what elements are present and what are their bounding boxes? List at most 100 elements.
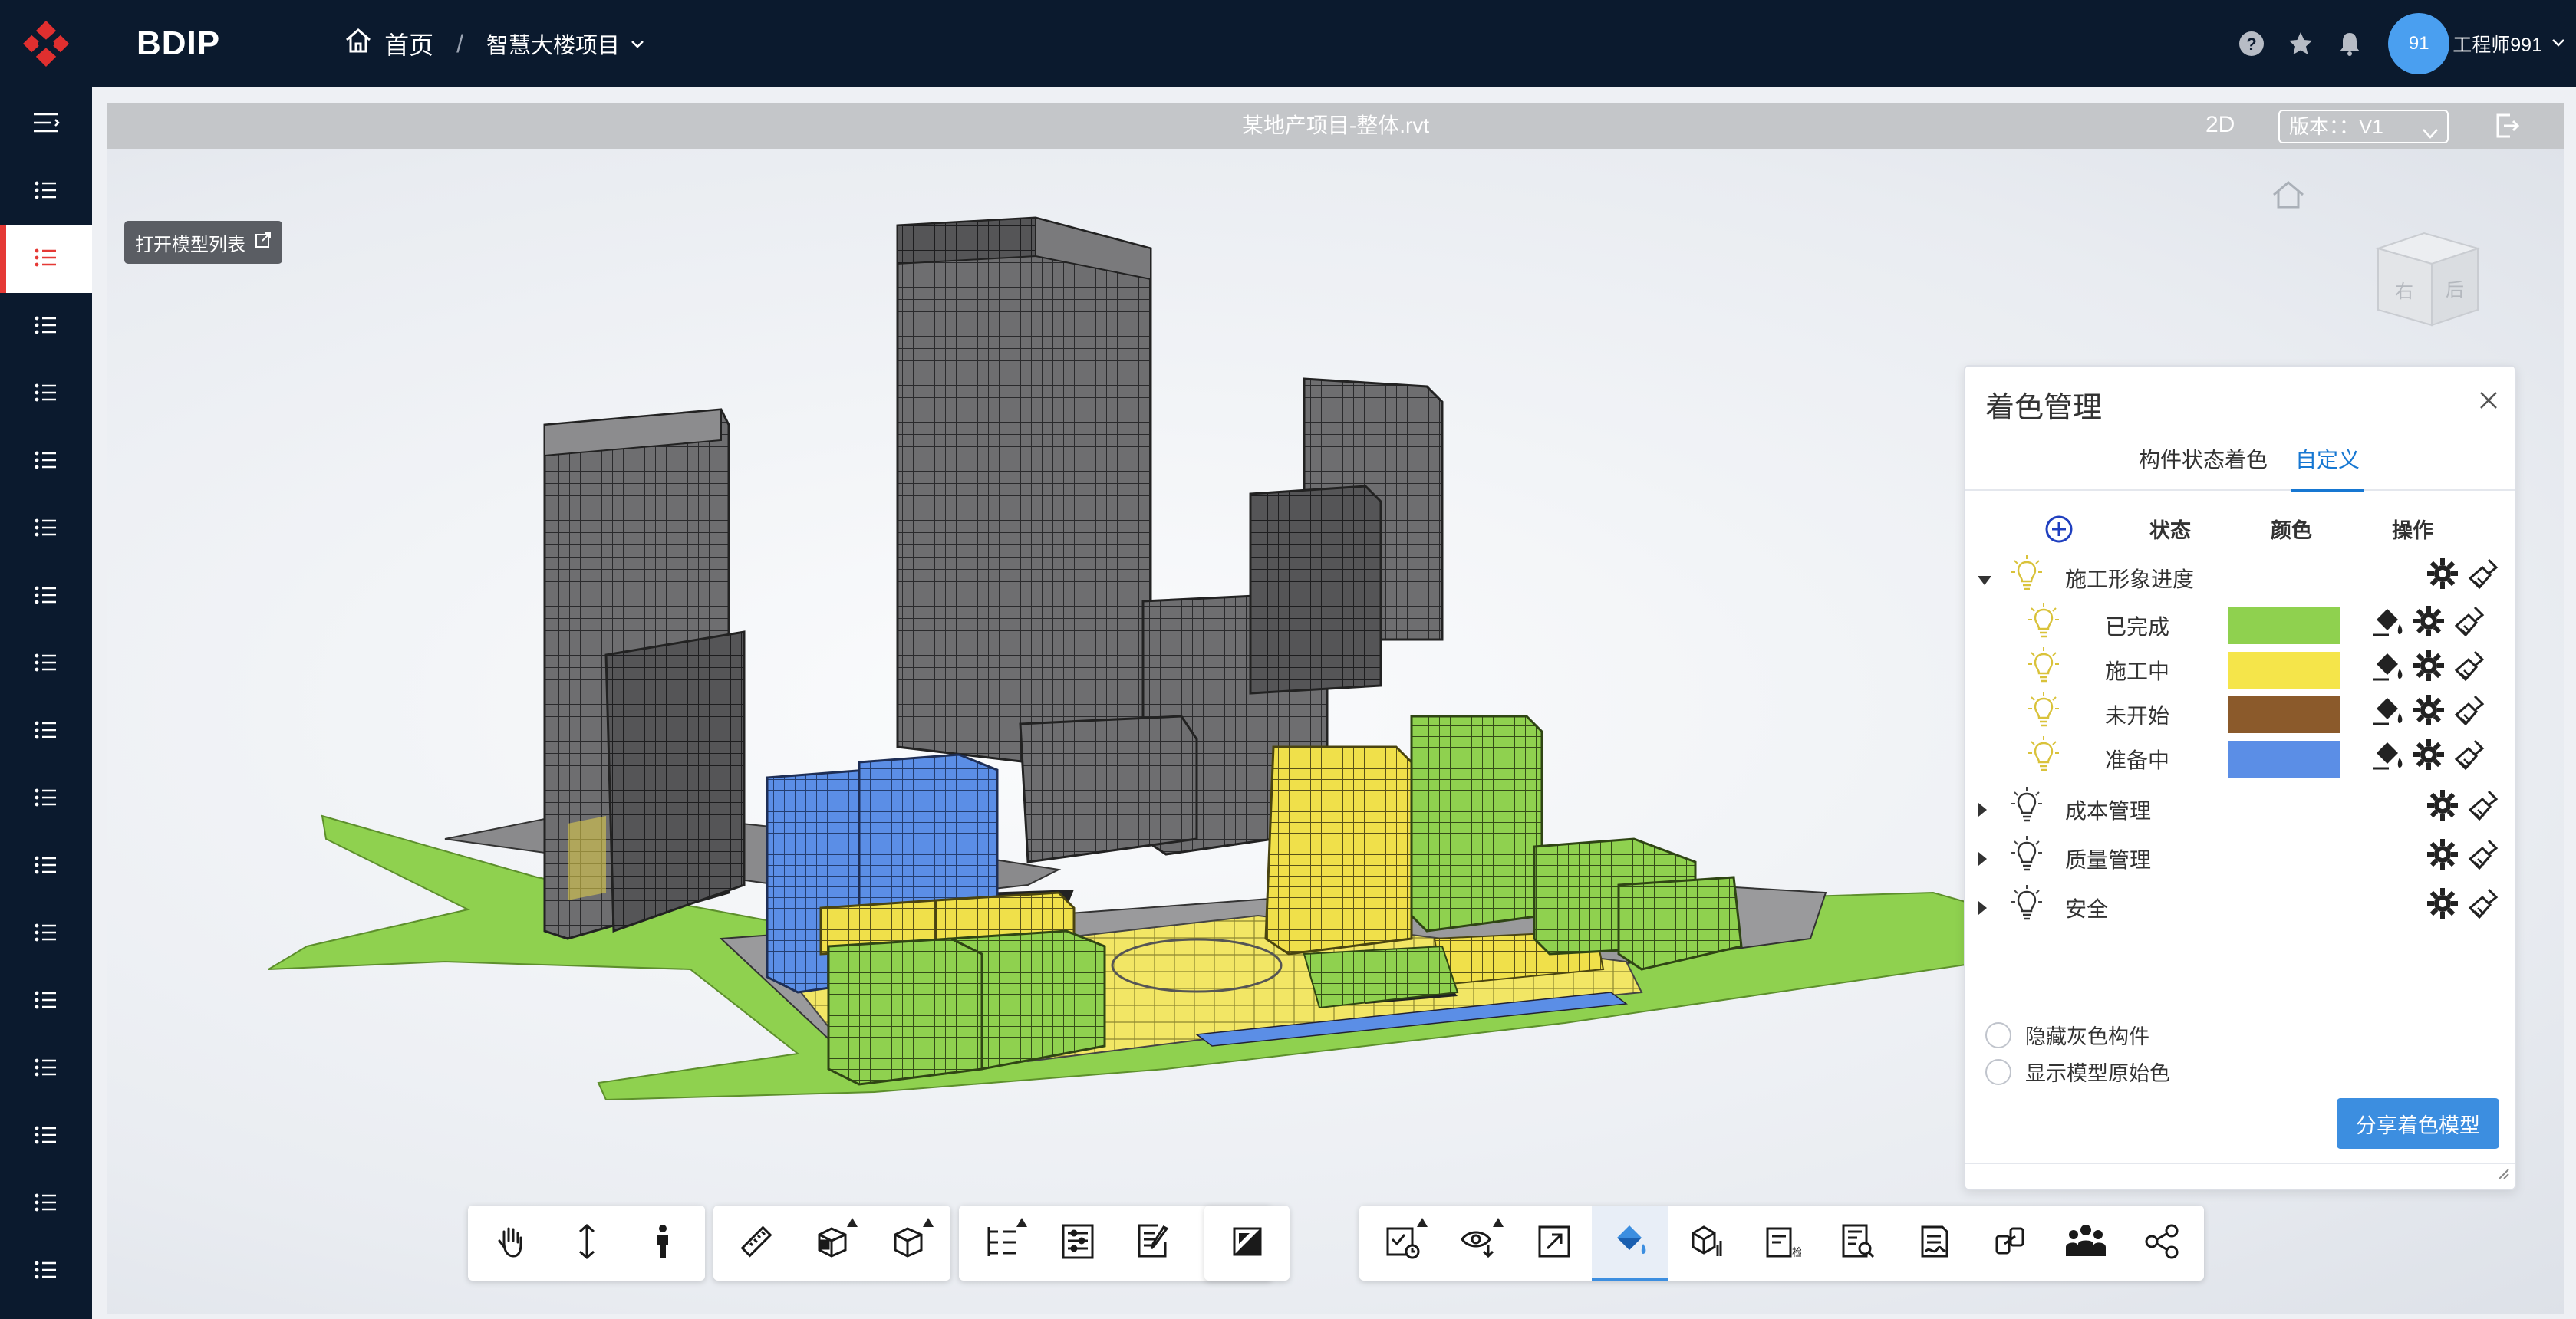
show-original-color-radio[interactable]	[1985, 1058, 2011, 1085]
edit-list-button[interactable]	[1115, 1206, 1191, 1281]
clear-broom-icon[interactable]	[2452, 738, 2485, 777]
move-vertical-button[interactable]	[548, 1206, 624, 1281]
show-original-color-option[interactable]: 显示模型原始色	[1985, 1057, 2170, 1087]
status-row[interactable]: 施工中	[1965, 646, 2515, 690]
settings-gear-icon[interactable]	[2412, 693, 2446, 732]
settings-gear-icon[interactable]	[2426, 788, 2459, 827]
version-select[interactable]: 版本：：V1	[2278, 110, 2449, 143]
model-chart-button[interactable]	[1668, 1206, 1744, 1281]
help-icon[interactable]: ?	[2227, 19, 2276, 68]
clear-broom-icon[interactable]	[2466, 837, 2499, 877]
color-swatch[interactable]	[2228, 696, 2340, 733]
sidebar-item-3[interactable]	[0, 293, 92, 360]
hide-gray-option[interactable]: 隐藏灰色构件	[1985, 1020, 2149, 1050]
breadcrumb-project[interactable]: 智慧大楼项目	[486, 28, 620, 60]
ruler-measure-button[interactable]	[718, 1206, 794, 1281]
close-icon[interactable]	[2478, 390, 2499, 415]
sign-doc-button[interactable]	[1896, 1206, 1972, 1281]
user-name[interactable]: 工程师991	[2452, 30, 2542, 58]
paint-bucket-button[interactable]	[1592, 1206, 1668, 1281]
model-viewer[interactable]: 某地产项目-整体.rvt 2D 版本：：V1 打开模型列表 右 后 着色管理 构…	[107, 103, 2564, 1314]
settings-gear-icon[interactable]	[2412, 604, 2446, 643]
color-swatch[interactable]	[2228, 652, 2340, 689]
group-row[interactable]: 施工形象进度	[1965, 554, 2515, 598]
clear-broom-icon[interactable]	[2466, 788, 2499, 827]
viewcube-right-label[interactable]: 右	[2395, 281, 2413, 302]
person-walk-button[interactable]	[624, 1206, 700, 1281]
sidebar-item-4[interactable]	[0, 360, 92, 428]
home-icon[interactable]	[343, 25, 374, 62]
resize-handle-icon[interactable]	[2496, 1166, 2510, 1184]
sidebar-item-15[interactable]	[0, 1103, 92, 1170]
paint-bucket-icon[interactable]	[2372, 693, 2406, 732]
sidebar-item-9[interactable]	[0, 698, 92, 765]
link-button[interactable]	[1972, 1206, 2047, 1281]
properties-list-button[interactable]	[1039, 1206, 1115, 1281]
viewcube-back-label[interactable]: 后	[2446, 280, 2464, 301]
sidebar-item-1[interactable]	[0, 158, 92, 225]
inspection-doc-button[interactable]: 检	[1744, 1206, 1820, 1281]
status-row[interactable]: 已完成	[1965, 601, 2515, 646]
sidebar-item-14[interactable]	[0, 1035, 92, 1103]
chevron-down-icon[interactable]	[629, 30, 646, 58]
lightbulb-icon[interactable]	[2027, 735, 2060, 778]
caret-right-icon[interactable]	[1976, 799, 1988, 824]
sidebar-item-17[interactable]	[0, 1238, 92, 1305]
home-view-icon[interactable]	[2271, 179, 2306, 214]
settings-gear-icon[interactable]	[2426, 837, 2459, 877]
paint-bucket-icon[interactable]	[2372, 738, 2406, 777]
open-model-list-button[interactable]: 打开模型列表	[124, 221, 282, 264]
bdip-logo-icon[interactable]	[0, 0, 92, 87]
tab-component-status[interactable]: 构件状态着色	[2139, 443, 2268, 491]
paint-bucket-icon[interactable]	[2372, 604, 2406, 643]
sidebar-item-6[interactable]	[0, 495, 92, 563]
color-swatch[interactable]	[2228, 607, 2340, 644]
search-list-button[interactable]	[1820, 1206, 1896, 1281]
settings-gear-icon[interactable]	[2412, 738, 2446, 777]
status-row[interactable]: 未开始	[1965, 690, 2515, 735]
settings-gear-icon[interactable]	[2412, 649, 2446, 688]
caret-right-icon[interactable]	[1976, 897, 1988, 922]
settings-gear-icon[interactable]	[2426, 886, 2459, 926]
hand-pan-button[interactable]	[473, 1206, 548, 1281]
sidebar-item-16[interactable]	[0, 1170, 92, 1238]
viewcube[interactable]: 右 后	[2370, 225, 2485, 344]
clear-broom-icon[interactable]	[2452, 649, 2485, 688]
sidebar-item-13[interactable]	[0, 968, 92, 1035]
eye-download-button[interactable]	[1440, 1206, 1516, 1281]
clear-broom-icon[interactable]	[2452, 693, 2485, 732]
caret-down-icon[interactable]	[1976, 567, 1993, 592]
paint-bucket-icon[interactable]	[2372, 649, 2406, 688]
clear-broom-icon[interactable]	[2466, 886, 2499, 926]
clear-broom-icon[interactable]	[2466, 557, 2499, 596]
group-row[interactable]: 安全	[1965, 883, 2515, 928]
sidebar-item-7[interactable]	[0, 563, 92, 630]
exit-viewer-icon[interactable]	[2493, 112, 2521, 143]
color-swatch[interactable]	[2228, 741, 2340, 778]
schedule-check-button[interactable]	[1364, 1206, 1440, 1281]
clear-broom-icon[interactable]	[2452, 604, 2485, 643]
status-row[interactable]: 准备中	[1965, 735, 2515, 779]
chevron-down-icon[interactable]	[2550, 34, 2567, 54]
sidebar-item-12[interactable]	[0, 900, 92, 968]
bell-icon[interactable]	[2325, 19, 2374, 68]
star-icon[interactable]	[2276, 19, 2325, 68]
lightbulb-icon[interactable]	[2027, 646, 2060, 689]
tab-custom[interactable]: 自定义	[2290, 443, 2365, 492]
share-colored-model-button[interactable]: 分享着色模型	[2337, 1098, 2499, 1149]
team-button[interactable]	[2047, 1206, 2123, 1281]
lightbulb-icon[interactable]	[2027, 690, 2060, 734]
sidebar-item-8[interactable]	[0, 630, 92, 698]
group-row[interactable]: 成本管理	[1965, 785, 2515, 830]
group-row[interactable]: 质量管理	[1965, 834, 2515, 879]
breadcrumb-home[interactable]: 首页	[384, 26, 433, 61]
view-2d-toggle[interactable]: 2D	[2205, 112, 2235, 138]
hide-gray-radio[interactable]	[1985, 1021, 2011, 1048]
sidebar-collapse-button[interactable]	[0, 87, 92, 158]
add-circle-icon[interactable]	[2044, 514, 2074, 550]
sidebar-item-2[interactable]	[0, 225, 92, 293]
fullscreen-button[interactable]	[1209, 1206, 1285, 1281]
lightbulb-icon[interactable]	[2010, 554, 2044, 597]
lightbulb-icon[interactable]	[2010, 785, 2044, 829]
share-button[interactable]	[2123, 1206, 2199, 1281]
